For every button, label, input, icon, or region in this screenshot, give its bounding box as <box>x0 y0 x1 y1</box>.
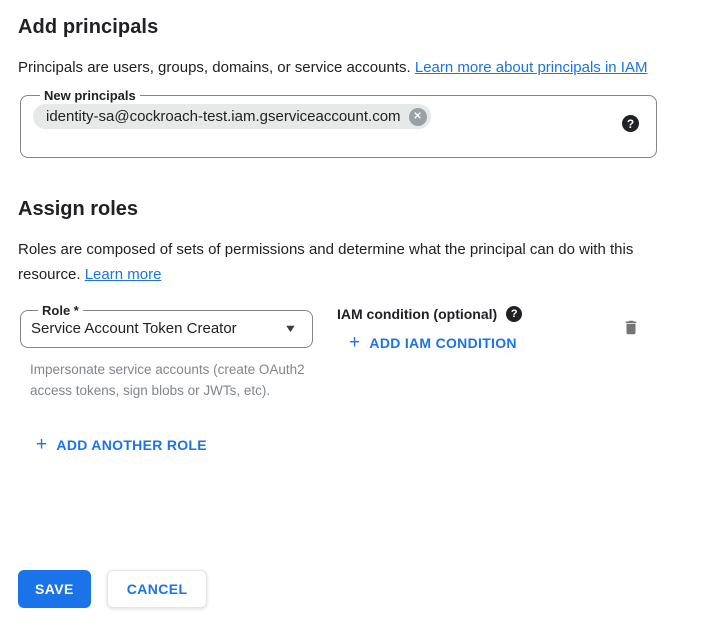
add-iam-condition-button[interactable]: + ADD IAM CONDITION <box>349 335 517 351</box>
add-iam-condition-label: ADD IAM CONDITION <box>369 335 516 351</box>
new-principals-label: New principals <box>40 89 140 102</box>
add-another-role-label: ADD ANOTHER ROLE <box>56 437 207 453</box>
footer-actions: SAVE CANCEL <box>18 570 207 608</box>
plus-icon: + <box>349 335 360 351</box>
add-another-role-button[interactable]: + ADD ANOTHER ROLE <box>36 437 207 453</box>
trash-icon <box>622 318 640 337</box>
iam-condition-label-row: IAM condition (optional) ? <box>337 306 522 322</box>
role-dropdown[interactable]: Role * Service Account Token Creator ▼ <box>20 304 313 348</box>
learn-more-roles-link[interactable]: Learn more <box>85 266 162 283</box>
chip-remove-icon[interactable]: ✕ <box>409 108 427 126</box>
role-column: Role * Service Account Token Creator ▼ I… <box>20 304 313 401</box>
principals-description-text: Principals are users, groups, domains, o… <box>18 59 411 76</box>
page-title: Add principals <box>18 16 713 39</box>
save-button[interactable]: SAVE <box>18 570 91 608</box>
cancel-button[interactable]: CANCEL <box>107 570 208 608</box>
role-selected-value: Service Account Token Creator <box>31 320 237 337</box>
role-label: Role * <box>38 304 83 317</box>
delete-role-button[interactable] <box>622 318 640 337</box>
add-principals-panel: Add principals Principals are users, gro… <box>0 0 713 629</box>
role-binding-row: Role * Service Account Token Creator ▼ I… <box>20 304 693 401</box>
principal-chip-text: identity-sa@cockroach-test.iam.gservicea… <box>46 108 401 125</box>
principals-description: Principals are users, groups, domains, o… <box>18 55 676 80</box>
plus-icon: + <box>36 437 47 453</box>
iam-condition-column: IAM condition (optional) ? + ADD IAM CON… <box>337 304 522 353</box>
principals-help-icon[interactable]: ? <box>622 115 639 132</box>
new-principals-field[interactable]: New principals identity-sa@cockroach-tes… <box>20 89 657 158</box>
roles-description: Roles are composed of sets of permission… <box>18 237 676 287</box>
iam-condition-label: IAM condition (optional) <box>337 306 497 322</box>
learn-more-principals-link[interactable]: Learn more about principals in IAM <box>415 59 648 76</box>
iam-condition-help-icon[interactable]: ? <box>506 306 522 322</box>
assign-roles-title: Assign roles <box>18 198 713 221</box>
chevron-down-icon: ▼ <box>283 323 297 335</box>
principal-chip[interactable]: identity-sa@cockroach-test.iam.gservicea… <box>33 104 431 129</box>
role-helper-text: Impersonate service accounts (create OAu… <box>30 359 308 401</box>
